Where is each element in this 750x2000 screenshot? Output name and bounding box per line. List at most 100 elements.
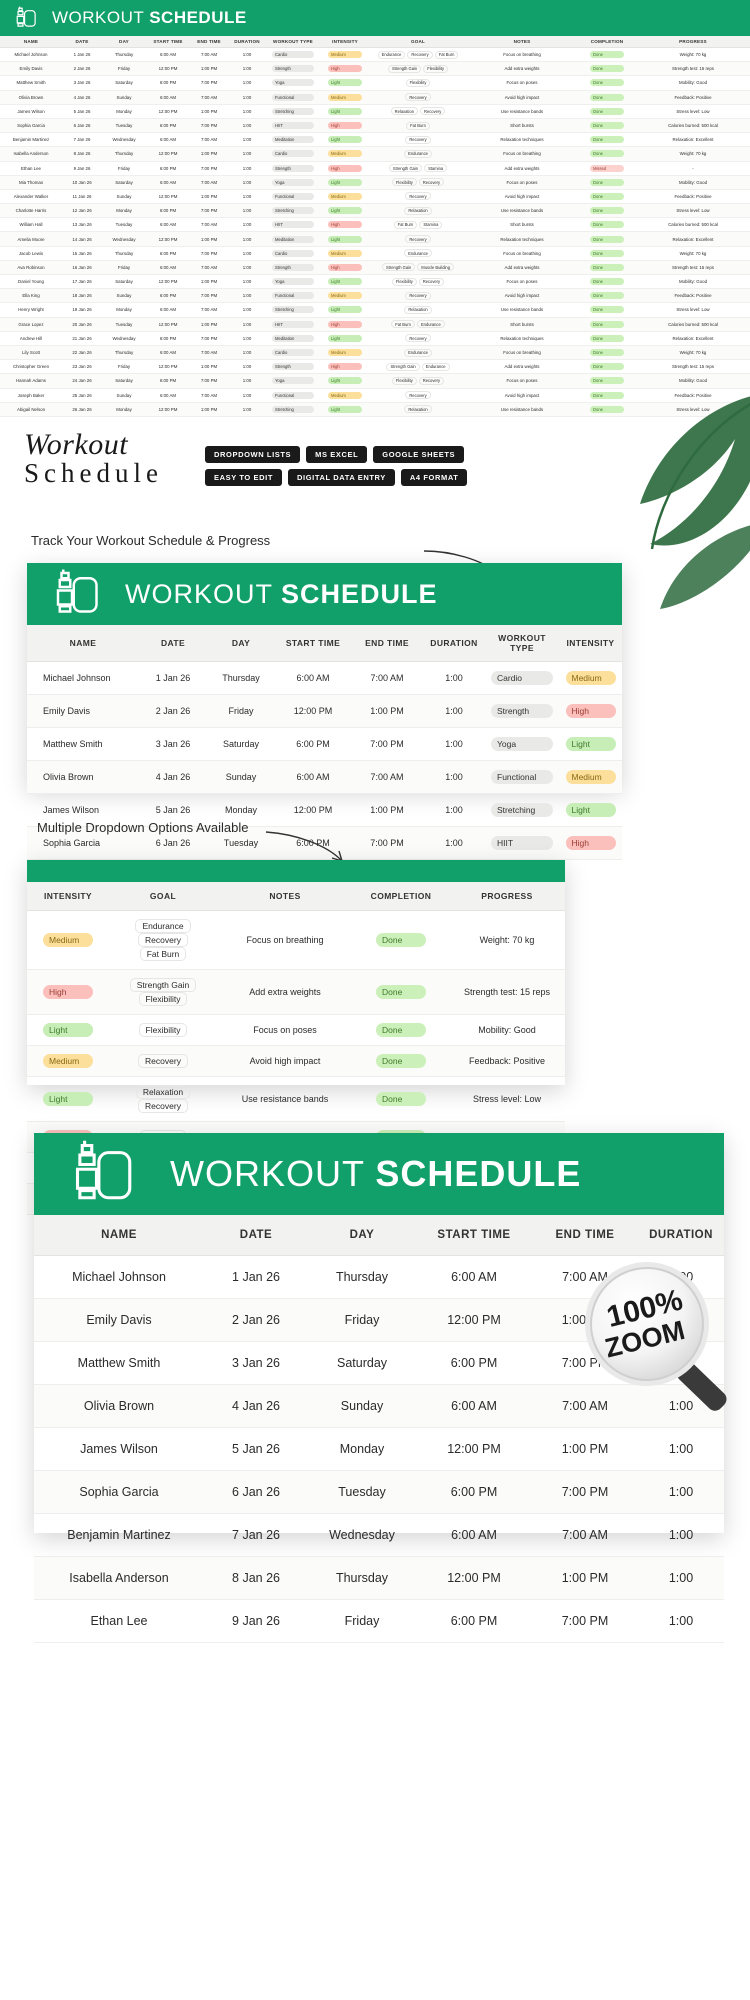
cell-intensity[interactable]: Medium xyxy=(320,189,370,205)
cell-workout-type[interactable]: Yoga xyxy=(266,274,320,290)
cell-workout-type[interactable]: Stretching xyxy=(266,203,320,219)
cell-goal[interactable]: Recovery xyxy=(370,132,466,148)
cell-goal[interactable]: Flexibility Recovery xyxy=(370,175,466,190)
cell-intensity[interactable]: Medium xyxy=(320,288,370,304)
goal-tag[interactable]: Flexibility xyxy=(391,178,417,187)
cell-intensity[interactable]: Light xyxy=(559,793,622,827)
cell-intensity[interactable]: Medium xyxy=(320,47,370,63)
goal-tag[interactable]: Strength Gain xyxy=(382,263,416,272)
goal-tag[interactable]: Endurance xyxy=(404,249,432,258)
goal-tag[interactable]: Endurance xyxy=(377,50,406,59)
cell-completion[interactable]: Done xyxy=(578,146,636,162)
cell-intensity[interactable]: High xyxy=(559,694,622,728)
cell-goal[interactable]: Fat Burn xyxy=(370,118,466,134)
goal-tag[interactable]: Recovery xyxy=(405,192,431,201)
cell-intensity[interactable]: Medium xyxy=(320,388,370,403)
cell-goal[interactable]: RelaxationRecovery xyxy=(109,1076,217,1122)
cell-workout-type[interactable]: Cardio xyxy=(266,146,320,162)
cell-intensity[interactable]: High xyxy=(559,826,622,860)
cell-intensity[interactable]: Medium xyxy=(27,910,109,970)
cell-intensity[interactable]: Light xyxy=(320,132,370,148)
goal-tag[interactable]: Relaxation xyxy=(404,405,432,414)
cell-intensity[interactable]: High xyxy=(320,217,370,233)
cell-workout-type[interactable]: Stretching xyxy=(266,104,320,119)
goal-tag[interactable]: Recovery xyxy=(138,1054,188,1068)
goal-tag[interactable]: Muscle Building xyxy=(417,263,454,272)
goal-tag[interactable]: Fat Burn xyxy=(406,121,430,130)
cell-goal[interactable]: Relaxation xyxy=(370,302,466,318)
cell-goal[interactable]: Recovery xyxy=(370,388,466,403)
goal-tag[interactable]: Recovery xyxy=(418,178,445,187)
cell-workout-type[interactable]: Yoga xyxy=(266,373,320,389)
cell-goal[interactable]: Recovery xyxy=(370,231,466,247)
cell-completion[interactable]: Missed xyxy=(578,161,636,176)
goal-tag[interactable]: Endurance xyxy=(416,320,445,329)
cell-goal[interactable]: Fat Burn Stamina xyxy=(370,217,466,233)
goal-tag[interactable]: Recovery xyxy=(405,135,431,144)
cell-completion[interactable]: Done xyxy=(578,90,636,105)
goal-tag[interactable]: Recovery xyxy=(138,1099,188,1113)
cell-workout-type[interactable]: Cardio xyxy=(266,345,320,361)
cell-workout-type[interactable]: Stretching xyxy=(485,793,559,827)
cell-completion[interactable]: Done xyxy=(578,75,636,91)
goal-tag[interactable]: Recovery xyxy=(405,291,431,300)
goal-tag[interactable]: Relaxation xyxy=(390,107,419,116)
cell-intensity[interactable]: Medium xyxy=(559,760,622,794)
cell-intensity[interactable]: Light xyxy=(320,302,370,318)
cell-goal[interactable]: Flexibility xyxy=(109,1014,217,1046)
cell-goal[interactable]: Recovery xyxy=(370,331,466,346)
cell-completion[interactable]: Done xyxy=(578,217,636,233)
cell-goal[interactable]: Relaxation xyxy=(370,402,466,417)
cell-intensity[interactable]: Light xyxy=(27,1076,109,1122)
cell-intensity[interactable]: Medium xyxy=(320,146,370,162)
cell-workout-type[interactable]: Functional xyxy=(266,90,320,105)
cell-completion[interactable]: Done xyxy=(578,203,636,219)
cell-goal[interactable]: Recovery xyxy=(370,90,466,105)
cell-workout-type[interactable]: Yoga xyxy=(266,75,320,91)
cell-workout-type[interactable]: Functional xyxy=(485,760,559,794)
cell-intensity[interactable]: High xyxy=(320,359,370,375)
cell-workout-type[interactable]: Yoga xyxy=(266,175,320,190)
goal-tag[interactable]: Recovery xyxy=(405,235,431,244)
cell-goal[interactable]: Relaxation xyxy=(370,203,466,219)
goal-tag[interactable]: Flexibility xyxy=(391,376,417,385)
cell-completion[interactable]: Done xyxy=(578,104,636,119)
cell-workout-type[interactable]: Functional xyxy=(266,189,320,205)
cell-goal[interactable]: Endurance xyxy=(370,345,466,361)
cell-intensity[interactable]: Light xyxy=(320,175,370,190)
goal-tag[interactable]: Strength Gain xyxy=(388,164,423,173)
cell-goal[interactable]: RelaxationRecovery xyxy=(370,104,466,119)
cell-completion[interactable]: Done xyxy=(578,302,636,318)
cell-workout-type[interactable]: Strength xyxy=(266,161,320,176)
cell-completion[interactable]: Done xyxy=(578,132,636,148)
cell-goal[interactable]: Recovery xyxy=(109,1045,217,1077)
cell-workout-type[interactable]: Meditation xyxy=(266,132,320,148)
goal-tag[interactable]: Flexibility xyxy=(391,277,417,286)
cell-goal[interactable]: Strength Gain Stamina xyxy=(370,161,466,176)
goal-tag[interactable]: Flexibility xyxy=(405,78,431,87)
goal-tag[interactable]: Flexibility xyxy=(138,992,188,1006)
goal-tag[interactable]: Fat Burn xyxy=(139,947,187,961)
cell-completion[interactable]: Done xyxy=(578,231,636,247)
cell-completion[interactable]: Done xyxy=(353,910,449,970)
cell-goal[interactable]: Strength Gain Muscle Building xyxy=(370,260,466,276)
cell-intensity[interactable]: Light xyxy=(320,402,370,417)
cell-goal[interactable]: Strength GainFlexibility xyxy=(109,969,217,1015)
cell-workout-type[interactable]: Functional xyxy=(266,388,320,403)
cell-completion[interactable]: Done xyxy=(353,969,449,1015)
cell-completion[interactable]: Done xyxy=(578,246,636,261)
cell-goal[interactable]: Endurance xyxy=(370,146,466,162)
goal-tag[interactable]: Recovery xyxy=(407,50,433,59)
cell-intensity[interactable]: High xyxy=(320,317,370,332)
cell-intensity[interactable]: High xyxy=(320,118,370,134)
cell-workout-type[interactable]: Meditation xyxy=(266,331,320,346)
cell-intensity[interactable]: Light xyxy=(320,274,370,290)
cell-intensity[interactable]: High xyxy=(320,416,370,418)
cell-goal[interactable]: Fat Burn Endurance xyxy=(370,317,466,332)
cell-completion[interactable]: Done xyxy=(578,47,636,63)
goal-tag[interactable]: Endurance xyxy=(421,362,450,371)
cell-workout-type[interactable]: Cardio xyxy=(485,661,559,695)
goal-tag[interactable]: Relaxation xyxy=(404,305,432,314)
cell-intensity[interactable]: Medium xyxy=(559,661,622,695)
cell-completion[interactable]: Done xyxy=(578,260,636,276)
